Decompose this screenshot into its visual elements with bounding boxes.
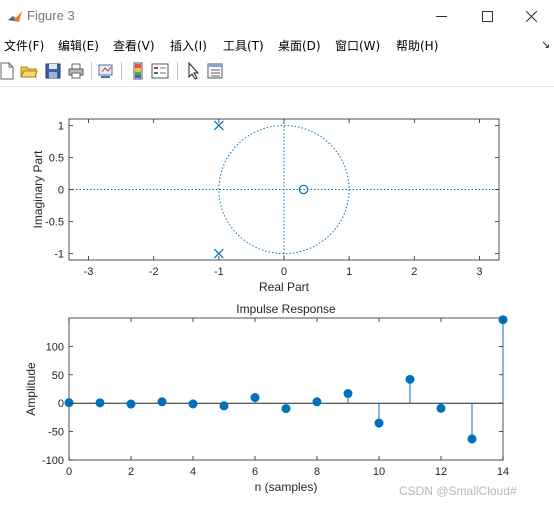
close-icon <box>525 11 537 22</box>
figure-canvas: -3 -2 -1 0 1 2 3 1 0.5 0 -0.5 -1 Real Part Imaginary … <box>0 87 554 506</box>
toolbar-separator <box>177 62 178 80</box>
save-icon[interactable] <box>44 62 62 80</box>
x-tick-label: -1 <box>214 266 224 278</box>
y-tick-label: 50 <box>52 370 64 382</box>
y-tick-label: -100 <box>42 455 64 467</box>
open-file-icon[interactable] <box>20 62 38 80</box>
title-bar: Figure 3 <box>0 0 554 33</box>
menu-view[interactable]: 查看(V) <box>113 37 155 54</box>
maximize-icon <box>481 11 493 22</box>
y-tick-label: -1 <box>54 249 64 261</box>
stem-marker <box>374 418 384 428</box>
figure-plots: -3 -2 -1 0 1 2 310.50-0.5-1Real PartImaginary … <box>24 118 509 494</box>
x-tick-label: 0 <box>66 466 72 478</box>
menu-tools[interactable]: 工具(T) <box>223 37 264 54</box>
close-button[interactable] <box>508 0 554 33</box>
maximize-button[interactable] <box>464 0 510 33</box>
x-tick-label: 4 <box>190 466 196 478</box>
stem-marker <box>312 397 322 407</box>
stem-marker <box>95 398 105 408</box>
stem-marker <box>343 389 353 399</box>
insert-legend-icon[interactable] <box>151 62 169 80</box>
x-tick-label: 3 <box>476 266 482 278</box>
stem-marker <box>64 398 74 408</box>
toolbar-separator <box>91 62 92 80</box>
link-plot-icon[interactable] <box>97 62 115 80</box>
x-tick-label: -2 <box>149 266 159 278</box>
property-editor-icon[interactable] <box>206 62 224 80</box>
x-tick-label: 1 <box>346 266 352 278</box>
impulse-response-axes[interactable]: 0 2 4 6 8 10 12 14 100 50 0 -50 -100 Impulse Response… <box>24 302 509 494</box>
impulse-plot-area <box>68 317 504 461</box>
chart-title: Impulse Response <box>236 302 336 316</box>
y-axis-label: Imaginary Part <box>31 150 45 229</box>
matlab-icon <box>8 11 22 22</box>
x-tick-label: 2 <box>128 466 134 478</box>
stem-marker <box>157 397 167 407</box>
stem-marker <box>126 399 136 409</box>
menu-bar: 文件(F) 编辑(E) 查看(V) 插入(I) 工具(T) 桌面(D) 窗口(W… <box>0 33 554 56</box>
insert-colorbar-icon[interactable] <box>129 62 147 80</box>
stem-marker <box>467 434 477 444</box>
x-axis-label: Real Part <box>259 280 310 294</box>
y-tick-label: 0 <box>58 398 64 410</box>
pointer-icon[interactable] <box>185 62 203 80</box>
stem-marker <box>281 404 291 414</box>
y-axis-label: Amplitude <box>24 362 38 416</box>
print-icon[interactable] <box>67 62 85 80</box>
toolbar-separator <box>121 62 122 80</box>
toolbar <box>0 56 554 87</box>
x-tick-label: -3 <box>84 266 94 278</box>
stem-marker <box>436 403 446 413</box>
x-tick-label: 8 <box>314 466 320 478</box>
new-figure-icon[interactable] <box>0 62 16 80</box>
x-tick-label: 6 <box>252 466 258 478</box>
menu-overflow-arrow[interactable]: ↘ <box>541 38 550 51</box>
y-tick-label: -0.5 <box>45 217 64 229</box>
x-tick-label: 14 <box>497 466 509 478</box>
menu-insert[interactable]: 插入(I) <box>170 37 207 54</box>
x-tick-label: 2 <box>411 266 417 278</box>
stem-marker <box>219 401 229 411</box>
minimize-button[interactable] <box>418 0 464 33</box>
y-tick-label: 1 <box>58 120 64 132</box>
y-tick-label: 0.5 <box>49 152 64 164</box>
x-tick-label: 10 <box>373 466 385 478</box>
menu-window[interactable]: 窗口(W) <box>335 37 380 54</box>
menu-file[interactable]: 文件(F) <box>4 37 44 54</box>
y-tick-label: -50 <box>48 427 64 439</box>
menu-desktop[interactable]: 桌面(D) <box>278 37 321 54</box>
pole-zero-axes[interactable]: -3 -2 -1 0 1 2 3 1 0.5 0 -0.5 -1 Real Part Imaginary … <box>31 118 500 294</box>
watermark: CSDN @SmallCloud# <box>399 484 517 498</box>
minimize-icon <box>435 16 447 17</box>
x-tick-label: 12 <box>435 466 447 478</box>
y-tick-label: 100 <box>46 341 64 353</box>
x-tick-label: 0 <box>281 266 287 278</box>
x-axis-label: n (samples) <box>255 480 318 494</box>
menu-edit[interactable]: 编辑(E) <box>58 37 99 54</box>
y-tick-label: 0 <box>58 185 64 197</box>
stem-marker <box>405 374 415 384</box>
window-title: Figure 3 <box>27 8 75 23</box>
stem-marker <box>250 393 260 403</box>
menu-help[interactable]: 帮助(H) <box>396 37 438 54</box>
stem-marker <box>188 399 198 409</box>
